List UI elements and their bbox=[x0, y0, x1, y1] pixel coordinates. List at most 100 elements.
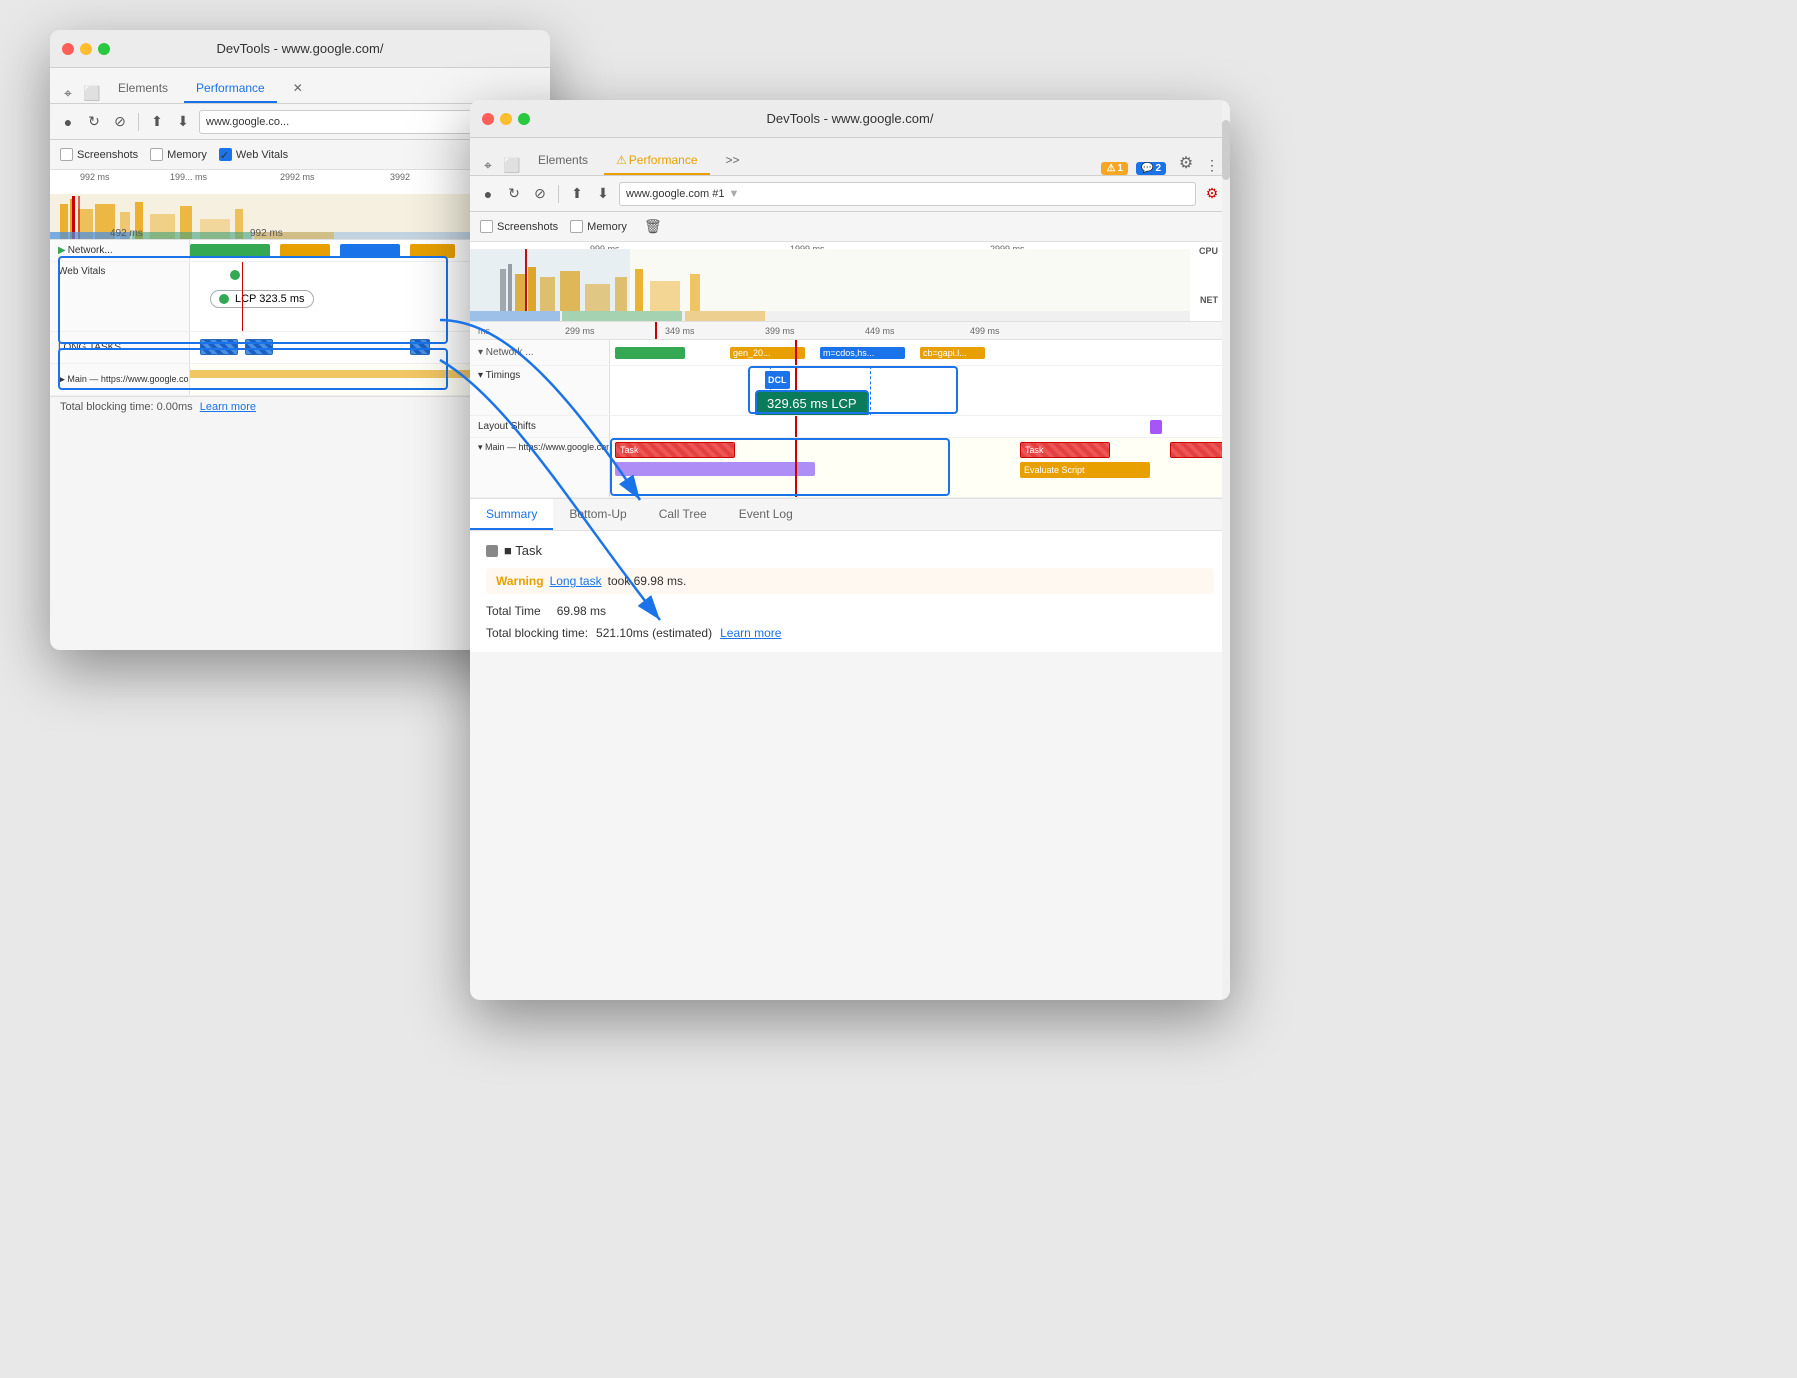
fg-badge-chat: 💬2 bbox=[1136, 162, 1166, 175]
fg-reload-icon[interactable]: ↻ bbox=[504, 184, 524, 204]
fg-total-time-row: Total Time 69.98 ms bbox=[486, 604, 1214, 618]
bg-lcp-green-dot bbox=[219, 294, 229, 304]
fg-settings-red-icon[interactable]: ⚙ bbox=[1202, 184, 1222, 204]
fg-total-time-label: Total Time bbox=[486, 604, 541, 618]
fg-task-stripe-1: Task bbox=[616, 443, 734, 457]
fg-trash-icon[interactable]: 🗑 bbox=[643, 217, 663, 237]
bg-pointer-icon[interactable]: ⌖ bbox=[58, 83, 78, 103]
fg-pointer-icon[interactable]: ⌖ bbox=[478, 155, 498, 175]
bg-divider-1 bbox=[138, 113, 139, 131]
bg-device-icon[interactable]: ⬜ bbox=[82, 83, 102, 103]
fg-title-bar: DevTools - www.google.com/ bbox=[470, 100, 1230, 138]
fg-ls-block bbox=[1150, 420, 1162, 434]
fg-long-task-link[interactable]: Long task bbox=[550, 574, 602, 588]
bg-maximize-button[interactable] bbox=[98, 43, 110, 55]
fg-dcl-marker: DCL bbox=[765, 371, 790, 389]
fg-url-dropdown[interactable]: ▼ bbox=[728, 188, 739, 200]
fg-redline-ls bbox=[795, 416, 797, 437]
fg-task-block-3 bbox=[1170, 442, 1230, 458]
fg-blocking-time-value: 521.10ms (estimated) bbox=[596, 626, 712, 640]
fg-scrollbar-thumb[interactable] bbox=[1222, 120, 1230, 180]
bg-upload-icon[interactable]: ⬆ bbox=[147, 112, 167, 132]
bg-ruler-492: 492 ms bbox=[110, 228, 143, 239]
fg-timeline-minimap: CPU NET 999 ms 1999 ms 2999 ms bbox=[470, 242, 1230, 322]
bg-tab-elements[interactable]: Elements bbox=[106, 75, 180, 103]
bg-lcp-label: LCP 323.5 ms bbox=[210, 290, 314, 308]
bg-webvitals-checkbox[interactable]: ✓ Web Vitals bbox=[219, 148, 288, 161]
fg-redline-network bbox=[795, 340, 797, 365]
fg-network-track: ▾ Network ... gen_20... m=cdos,hs... cb=… bbox=[470, 340, 1230, 366]
fg-dashed-2 bbox=[870, 366, 871, 415]
fg-warning-row: Warning Long task took 69.98 ms. bbox=[486, 568, 1214, 594]
fg-device-icon[interactable]: ⬜ bbox=[502, 155, 522, 175]
bg-longtask-3 bbox=[410, 339, 430, 355]
fg-screenshots-checkbox[interactable]: Screenshots bbox=[480, 220, 558, 233]
bg-memory-check bbox=[150, 148, 163, 161]
fg-settings-icon[interactable]: ⚙ bbox=[1174, 151, 1198, 175]
fg-task-block-2: Task bbox=[1020, 442, 1110, 458]
fg-tab-eventlog[interactable]: Event Log bbox=[723, 499, 809, 530]
fg-ruler-349: 349 ms bbox=[665, 326, 695, 336]
fg-summary-content: ■ Task Warning Long task took 69.98 ms. … bbox=[470, 531, 1230, 652]
fg-scrollbar[interactable] bbox=[1222, 100, 1230, 1000]
fg-network-track-content: gen_20... m=cdos,hs... cb=gapi.l... bbox=[610, 340, 1230, 365]
bg-stop-icon[interactable]: ⊘ bbox=[110, 112, 130, 132]
bg-tab-close[interactable]: ✕ bbox=[281, 75, 315, 103]
fg-maximize-button[interactable] bbox=[518, 113, 530, 125]
bg-url-text: www.google.co... bbox=[206, 116, 289, 128]
bg-longtask-1 bbox=[200, 339, 238, 355]
fg-cpu-chart bbox=[470, 249, 1190, 321]
bg-main-label: ▶ Main — https://www.google.com/ bbox=[50, 364, 190, 395]
fg-learn-more-link[interactable]: Learn more bbox=[720, 626, 781, 640]
fg-tab-performance[interactable]: ⚠Performance bbox=[604, 147, 709, 175]
fg-main-track: ▾ Main — https://www.google.com/ Task Ta… bbox=[470, 438, 1230, 498]
fg-ruler-ms-label: ms bbox=[478, 326, 490, 336]
fg-memory-checkbox[interactable]: Memory bbox=[570, 220, 627, 233]
fg-detail-tracks: ▾ Network ... gen_20... m=cdos,hs... cb=… bbox=[470, 340, 1230, 498]
bg-screenshots-checkbox[interactable]: Screenshots bbox=[60, 148, 138, 161]
fg-redline-ruler bbox=[655, 322, 657, 339]
fg-record-icon[interactable]: ● bbox=[478, 184, 498, 204]
fg-warning-text: took 69.98 ms. bbox=[608, 574, 687, 588]
bg-close-button[interactable] bbox=[62, 43, 74, 55]
fg-download-icon[interactable]: ⬇ bbox=[593, 184, 613, 204]
fg-layoutshifts-content bbox=[610, 416, 1230, 437]
fg-network-track-label: ▾ Network ... bbox=[470, 340, 610, 365]
bg-longtasks-label: LONG TASKS bbox=[50, 332, 190, 363]
bg-reload-icon[interactable]: ↻ bbox=[84, 112, 104, 132]
fg-tab-summary[interactable]: Summary bbox=[470, 499, 553, 530]
fg-timings-track: ▾ Timings LCP FP FCP DCL 329.65 ms LCP bbox=[470, 366, 1230, 416]
bg-record-icon[interactable]: ● bbox=[58, 112, 78, 132]
bg-memory-checkbox[interactable]: Memory bbox=[150, 148, 207, 161]
fg-divider-1 bbox=[558, 185, 559, 203]
bg-net-bar-2 bbox=[280, 244, 330, 258]
fg-lcp-tooltip: 329.65 ms LCP bbox=[755, 390, 869, 415]
fg-ruler-299: 299 ms bbox=[565, 326, 595, 336]
fg-total-time-value: 69.98 ms bbox=[557, 604, 606, 618]
fg-summary-panel: Summary Bottom-Up Call Tree Event Log ■ … bbox=[470, 498, 1230, 652]
bg-learn-more-link[interactable]: Learn more bbox=[200, 401, 256, 413]
fg-summary-tabs: Summary Bottom-Up Call Tree Event Log bbox=[470, 499, 1230, 531]
fg-more-icon[interactable]: ⋮ bbox=[1202, 155, 1222, 175]
fg-netbar-main bbox=[615, 347, 685, 359]
fg-tab-elements[interactable]: Elements bbox=[526, 147, 600, 175]
bg-minimize-button[interactable] bbox=[80, 43, 92, 55]
bg-lcp-dot bbox=[230, 270, 240, 280]
fg-url-bar: www.google.com #1 ▼ bbox=[619, 182, 1196, 206]
fg-cpu-label: CPU bbox=[1199, 246, 1218, 256]
bg-download-icon[interactable]: ⬇ bbox=[173, 112, 193, 132]
fg-tab-more[interactable]: >> bbox=[714, 147, 752, 175]
bg-timing-redline bbox=[242, 262, 243, 331]
fg-upload-icon[interactable]: ⬆ bbox=[567, 184, 587, 204]
fg-eval-block: Evaluate Script bbox=[1020, 462, 1150, 478]
fg-minimize-button[interactable] bbox=[500, 113, 512, 125]
fg-close-button[interactable] bbox=[482, 113, 494, 125]
fg-netbar-cbgapi: cb=gapi.l... bbox=[920, 347, 985, 359]
fg-stop-icon[interactable]: ⊘ bbox=[530, 184, 550, 204]
fg-tab-calltree[interactable]: Call Tree bbox=[643, 499, 723, 530]
fg-devtools-window: DevTools - www.google.com/ ⌖ ⬜ Elements … bbox=[470, 100, 1230, 1000]
bg-title-bar: DevTools - www.google.com/ bbox=[50, 30, 550, 68]
bg-tab-performance[interactable]: Performance bbox=[184, 75, 277, 103]
fg-tab-bottomup[interactable]: Bottom-Up bbox=[553, 499, 642, 530]
bg-network-label: ▶ Network... bbox=[50, 240, 190, 261]
